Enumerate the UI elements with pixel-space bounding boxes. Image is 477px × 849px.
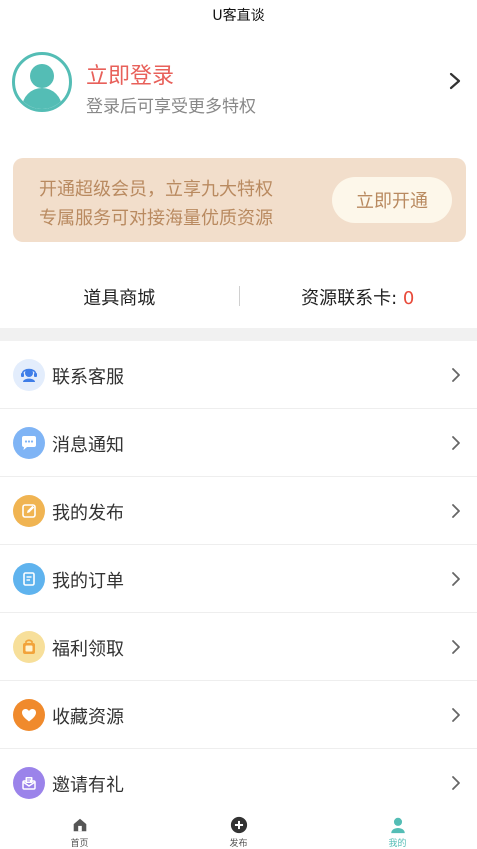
quick-links-row: 道具商城 资源联系卡: 0	[0, 270, 477, 324]
chevron-right-icon[interactable]	[449, 72, 461, 90]
resource-card-label: 资源联系卡:	[301, 288, 398, 309]
edit-icon	[13, 495, 45, 527]
divider	[239, 286, 240, 306]
menu-item-customer-service[interactable]: 联系客服	[0, 341, 477, 409]
resource-card-link[interactable]: 资源联系卡: 0	[239, 284, 477, 310]
profile-login-row[interactable]: 立即登录 登录后可享受更多特权	[0, 50, 477, 117]
vip-promo-line2: 专属服务可对接海量优质资源	[39, 208, 273, 229]
vip-promo-line1: 开通超级会员，立享九大特权	[39, 179, 273, 200]
login-subtitle: 登录后可享受更多特权	[86, 97, 256, 117]
menu-item-message-notification[interactable]: 消息通知	[0, 409, 477, 477]
bottom-tab-bar: 首页 发布 我的	[0, 810, 477, 849]
menu-item-label: 我的发布	[52, 503, 124, 524]
invite-icon	[13, 767, 45, 799]
tab-mine[interactable]: 我的	[318, 810, 477, 849]
menu-item-welfare[interactable]: 福利领取	[0, 613, 477, 681]
resource-card-count: 0	[402, 288, 415, 309]
section-divider	[0, 328, 477, 341]
chevron-right-icon	[452, 776, 460, 790]
prop-shop-label: 道具商城	[83, 288, 156, 309]
menu-item-label: 邀请有礼	[52, 775, 124, 796]
menu-item-label: 联系客服	[52, 367, 124, 388]
tab-publish[interactable]: 发布	[159, 810, 318, 849]
prop-shop-link[interactable]: 道具商城	[0, 284, 239, 310]
profile-icon	[390, 817, 405, 834]
customer-service-icon	[13, 359, 45, 391]
heart-icon	[13, 699, 45, 731]
chevron-right-icon	[452, 572, 460, 586]
publish-plus-icon	[230, 816, 247, 834]
tab-label: 发布	[229, 839, 248, 849]
menu-item-my-posts[interactable]: 我的发布	[0, 477, 477, 545]
avatar[interactable]	[12, 52, 72, 112]
chevron-right-icon	[452, 368, 460, 382]
tab-home[interactable]: 首页	[0, 810, 159, 849]
menu-item-label: 福利领取	[52, 639, 124, 660]
vip-banner: 开通超级会员，立享九大特权 专属服务可对接海量优质资源 立即开通	[13, 158, 466, 242]
menu-item-label: 我的订单	[52, 571, 124, 592]
menu-item-my-orders[interactable]: 我的订单	[0, 545, 477, 613]
menu-item-label: 消息通知	[52, 435, 124, 456]
chevron-right-icon	[452, 708, 460, 722]
menu-item-label: 收藏资源	[52, 707, 124, 728]
home-icon	[73, 818, 86, 832]
menu-item-invite[interactable]: 邀请有礼	[0, 749, 477, 817]
tab-label: 我的	[388, 839, 407, 849]
tab-label: 首页	[70, 839, 89, 849]
login-title[interactable]: 立即登录	[86, 58, 174, 90]
order-icon	[13, 563, 45, 595]
open-vip-button[interactable]: 立即开通	[332, 177, 452, 223]
gift-bag-icon	[13, 631, 45, 663]
app-title: U客直谈	[212, 8, 265, 24]
menu-list: 联系客服 消息通知 我的发布 我的订单 福利领取 收藏资源 邀请有礼	[0, 341, 477, 817]
menu-item-favorites[interactable]: 收藏资源	[0, 681, 477, 749]
chevron-right-icon	[452, 640, 460, 654]
app-title-bar: U客直谈	[0, 0, 477, 30]
chevron-right-icon	[452, 504, 460, 518]
chevron-right-icon	[452, 436, 460, 450]
message-icon	[13, 427, 45, 459]
